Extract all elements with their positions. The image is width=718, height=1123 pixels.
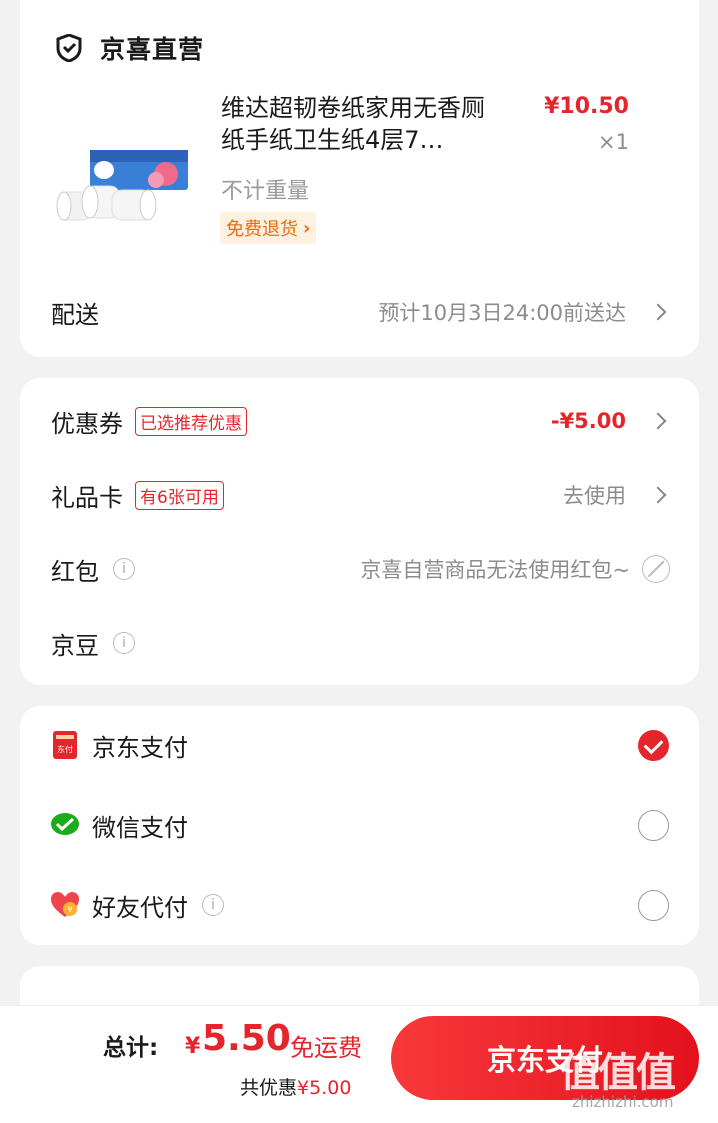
saved-amount: ¥5.00 bbox=[297, 1077, 352, 1099]
radio-unchecked[interactable] bbox=[638, 809, 669, 841]
shop-card: 京喜直营 维达超韧卷纸家用无香厕纸手纸卫生纸4层7… ¥10.50 ×1 不计重… bbox=[20, 0, 699, 357]
radio-checked[interactable] bbox=[638, 729, 669, 761]
product-quantity: ×1 bbox=[598, 130, 629, 154]
svg-text:东付: 东付 bbox=[57, 744, 73, 754]
delivery-label: 配送 bbox=[51, 300, 99, 329]
free-return-tag[interactable]: 免费退货 › bbox=[220, 212, 317, 244]
coupon-value: -¥5.00 bbox=[550, 409, 626, 433]
payment-card: 东付 京东支付 微信支付 ¥ 好友代付 i bbox=[20, 706, 699, 945]
svg-text:¥: ¥ bbox=[67, 905, 72, 914]
payment-option-wechat[interactable]: 微信支付 bbox=[50, 805, 669, 845]
delivery-row[interactable]: 配送 预计10月3日24:00前送达 bbox=[51, 292, 668, 332]
discount-card: 优惠券 已选推荐优惠 -¥5.00 礼品卡 有6张可用 去使用 红包 i 京喜自… bbox=[20, 378, 699, 685]
chevron-right-icon bbox=[649, 412, 667, 430]
product-price: ¥10.50 bbox=[544, 94, 629, 119]
giftcard-label: 礼品卡 bbox=[51, 483, 123, 512]
payment-label: 微信支付 bbox=[92, 813, 188, 842]
payment-label: 好友代付 bbox=[92, 893, 188, 922]
product-title[interactable]: 维达超韧卷纸家用无香厕纸手纸卫生纸4层7… bbox=[221, 92, 496, 156]
payment-label: 京东支付 bbox=[92, 733, 188, 762]
watermark-logo: 值值值 bbox=[560, 1050, 676, 1096]
free-return-label: 免费退货 bbox=[226, 219, 298, 240]
total-label: 总计: bbox=[103, 1035, 159, 1061]
redpacket-row: 红包 i 京喜自营商品无法使用红包~ bbox=[51, 549, 670, 589]
payment-option-jd[interactable]: 东付 京东支付 bbox=[50, 725, 669, 765]
chevron-right-icon: › bbox=[303, 217, 311, 239]
info-icon[interactable]: i bbox=[113, 558, 135, 580]
giftcard-tag: 有6张可用 bbox=[135, 480, 224, 510]
coupon-label: 优惠券 bbox=[51, 409, 123, 438]
wechat-pay-icon bbox=[50, 810, 80, 840]
delivery-estimate: 预计10月3日24:00前送达 bbox=[378, 301, 626, 325]
jd-pay-icon: 东付 bbox=[50, 730, 80, 760]
total-amount: 5.50 bbox=[202, 1018, 291, 1059]
redpacket-note: 京喜自营商品无法使用红包~ bbox=[360, 558, 630, 582]
free-shipping-label: 免运费 bbox=[290, 1034, 362, 1062]
redpacket-label: 红包 bbox=[51, 557, 99, 586]
coupon-tag: 已选推荐优惠 bbox=[135, 406, 247, 436]
watermark-url: zhizhizhi.com bbox=[572, 1093, 674, 1111]
chevron-right-icon bbox=[649, 303, 667, 321]
shield-icon bbox=[56, 34, 82, 62]
giftcard-row[interactable]: 礼品卡 有6张可用 去使用 bbox=[51, 475, 668, 515]
currency-symbol: ¥ bbox=[185, 1034, 201, 1059]
disabled-icon bbox=[642, 555, 670, 583]
giftcard-action: 去使用 bbox=[563, 484, 626, 508]
saved-label: 共优惠 bbox=[240, 1077, 298, 1099]
radio-unchecked[interactable] bbox=[638, 889, 669, 921]
info-icon[interactable]: i bbox=[202, 894, 224, 916]
info-icon[interactable]: i bbox=[113, 632, 135, 654]
product-weight: 不计重量 bbox=[221, 179, 310, 204]
coupon-row[interactable]: 优惠券 已选推荐优惠 -¥5.00 bbox=[51, 401, 668, 441]
payment-option-friend[interactable]: ¥ 好友代付 i bbox=[50, 885, 669, 925]
chevron-right-icon bbox=[649, 486, 667, 504]
shop-name: 京喜直营 bbox=[100, 35, 205, 64]
jingdou-label: 京豆 bbox=[51, 631, 99, 660]
saved-summary: 共优惠¥5.00 bbox=[240, 1073, 351, 1100]
jingdou-row: 京豆 i bbox=[51, 623, 668, 663]
friend-pay-icon: ¥ bbox=[50, 890, 80, 920]
product-image[interactable] bbox=[48, 140, 196, 240]
shop-header[interactable]: 京喜直营 bbox=[56, 30, 204, 66]
